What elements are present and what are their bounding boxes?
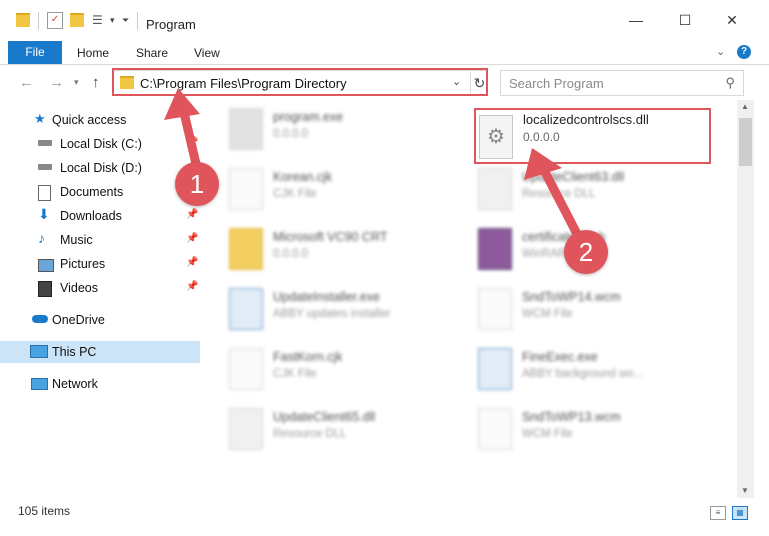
arrow-1	[164, 88, 201, 169]
callout-badge-2: 2	[564, 230, 608, 274]
annotation-arrows	[164, 88, 581, 237]
callout-badge-1: 1	[175, 162, 219, 206]
arrow-2	[524, 148, 581, 237]
